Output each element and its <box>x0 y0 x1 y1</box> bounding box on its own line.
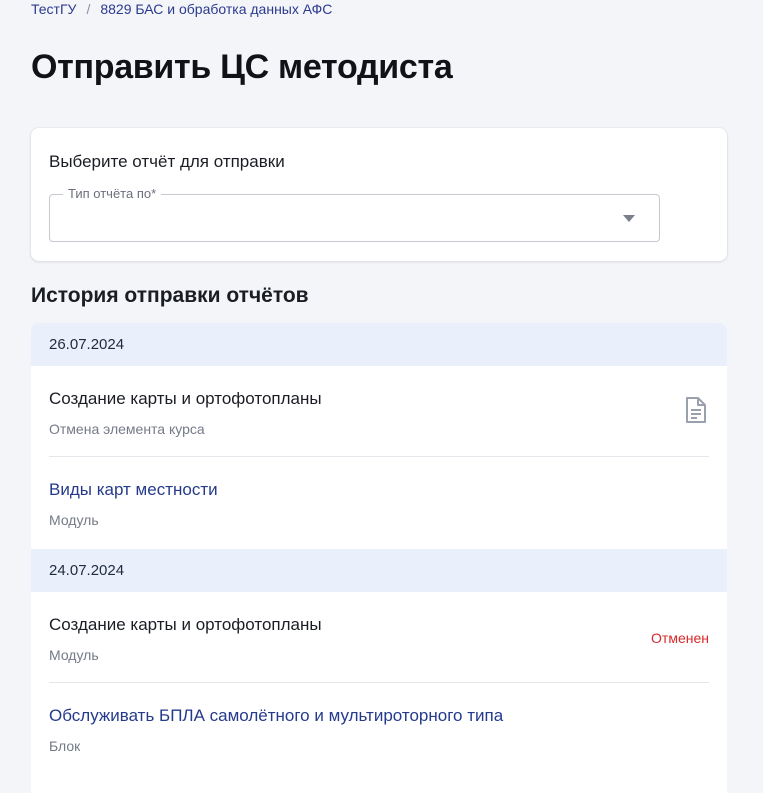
chevron-down-icon[interactable] <box>623 215 635 222</box>
breadcrumb-separator: / <box>86 1 91 17</box>
report-type-legend: Тип отчёта по* <box>63 186 162 201</box>
history-title: История отправки отчётов <box>31 284 309 307</box>
history-item-title: Создание карты и ортофотопланы <box>49 389 322 408</box>
breadcrumb-item-testgu[interactable]: ТестГУ <box>31 0 76 18</box>
history-item-subtitle: Блок <box>49 738 81 754</box>
report-select-card: Выберите отчёт для отправки Тип отчёта п… <box>31 128 727 261</box>
status-badge: Отменен <box>651 630 709 646</box>
history-item-subtitle: Модуль <box>49 512 99 528</box>
history-item: Виды карт местности Модуль <box>49 457 709 547</box>
page-title: Отправить ЦС методиста <box>31 48 453 86</box>
history-item: Обслуживать БПЛА самолётного и мультирот… <box>49 683 709 773</box>
breadcrumb-item-course[interactable]: 8829 БАС и обработка данных АФС <box>100 0 332 18</box>
history-item-subtitle: Модуль <box>49 647 99 663</box>
date-header: 24.07.2024 <box>31 549 727 592</box>
date-header: 26.07.2024 <box>31 323 727 366</box>
history-list: 26.07.2024 Создание карты и ортофотоплан… <box>31 323 727 793</box>
document-icon[interactable] <box>684 396 708 424</box>
history-item: Создание карты и ортофотопланы Модуль От… <box>49 592 709 683</box>
breadcrumb: ТестГУ / 8829 БАС и обработка данных АФС <box>31 0 332 18</box>
history-item-title: Создание карты и ортофотопланы <box>49 615 322 634</box>
history-item-subtitle: Отмена элемента курса <box>49 421 205 437</box>
history-item-title-link[interactable]: Обслуживать БПЛА самолётного и мультирот… <box>49 706 503 726</box>
report-select-label: Выберите отчёт для отправки <box>49 152 285 171</box>
history-item: Создание карты и ортофотопланы Отмена эл… <box>49 366 709 457</box>
report-type-select[interactable]: Тип отчёта по* <box>49 186 660 242</box>
history-item-title-link[interactable]: Виды карт местности <box>49 480 218 500</box>
